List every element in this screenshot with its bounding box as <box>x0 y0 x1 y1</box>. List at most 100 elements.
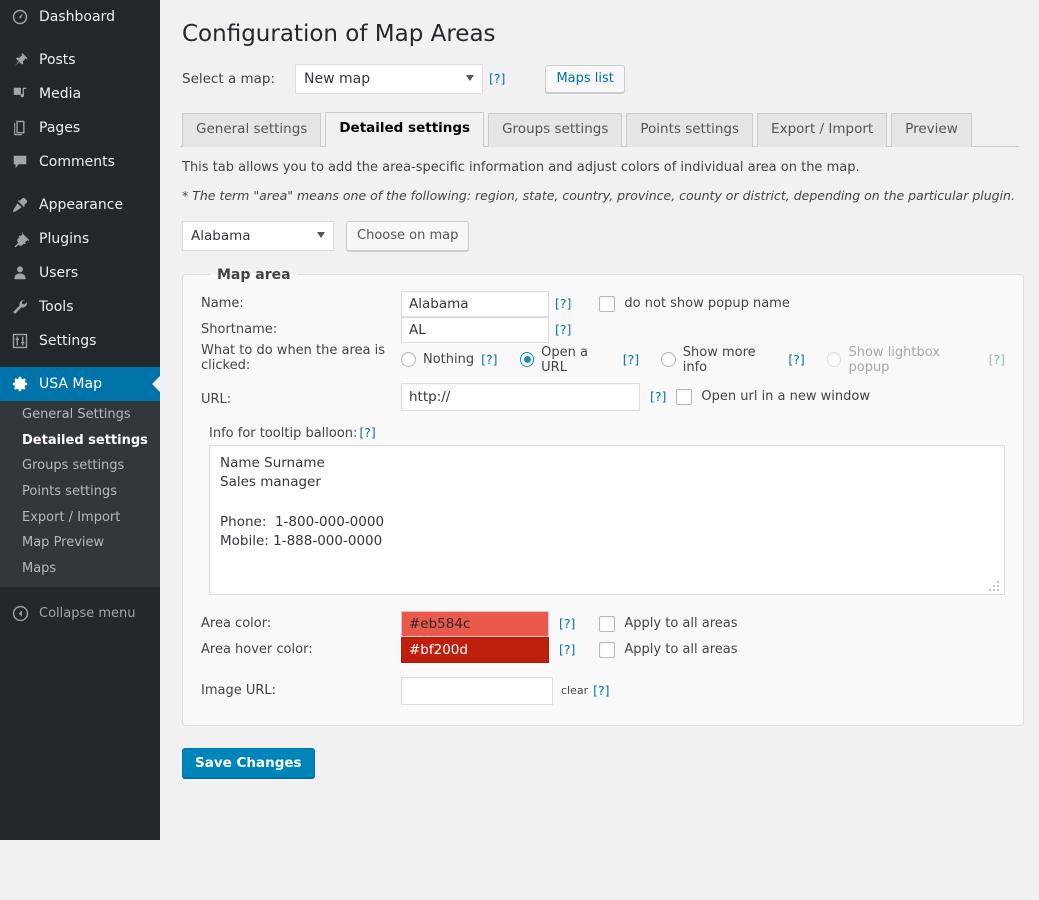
tooltip-balloon-help-icon[interactable]: [?] <box>359 425 375 440</box>
sidebar-item-media[interactable]: Media <box>0 77 160 111</box>
url-row: URL: [?] Open url in a new window <box>201 382 1005 411</box>
submenu-item-map-preview[interactable]: Map Preview <box>0 530 160 556</box>
radio-show-more-info-label: Show more info <box>682 344 756 375</box>
sidebar-item-label: Pages <box>39 120 81 136</box>
no-popup-name-checkbox[interactable] <box>599 295 616 312</box>
radio-option-show-lightbox-popup: Show lightbox popup [?] <box>826 344 1005 375</box>
map-area-form: Name: [?] do not show popup name Shortna… <box>201 290 1005 411</box>
no-popup-name-checkbox-row[interactable]: do not show popup name <box>599 295 790 312</box>
submenu-item-general-settings[interactable]: General Settings <box>0 402 160 428</box>
radio-nothing-help-icon[interactable]: [?] <box>481 352 497 367</box>
shortname-input[interactable] <box>401 316 549 343</box>
area-color-apply-all-row[interactable]: Apply to all areas <box>599 615 738 632</box>
submenu-item-maps[interactable]: Maps <box>0 556 160 582</box>
wrench-icon <box>10 297 30 317</box>
tab-points-settings[interactable]: Points settings <box>626 112 754 147</box>
url-help-icon[interactable]: [?] <box>650 389 666 404</box>
image-url-label: Image URL: <box>201 683 277 699</box>
shortname-help-icon[interactable]: [?] <box>555 322 571 337</box>
tab-preview[interactable]: Preview <box>891 112 972 147</box>
area-select[interactable]: Alabama <box>182 220 334 251</box>
radio-open-url-help-icon[interactable]: [?] <box>623 352 639 367</box>
sidebar-submenu: General Settings Detailed settings Group… <box>0 401 160 588</box>
tab-description-note: * The term "area" means one of the follo… <box>182 187 1015 203</box>
sidebar-item-comments[interactable]: Comments <box>0 145 160 179</box>
tab-detailed-settings[interactable]: Detailed settings <box>325 111 485 147</box>
url-new-window-checkbox-row[interactable]: Open url in a new window <box>676 388 870 405</box>
image-url-help-icon[interactable]: [?] <box>593 683 609 698</box>
sidebar-item-label: Posts <box>39 52 76 68</box>
submenu-item-groups-settings[interactable]: Groups settings <box>0 453 160 479</box>
media-icon <box>10 84 30 104</box>
url-input[interactable] <box>401 382 640 411</box>
collapse-menu-button[interactable]: Collapse menu <box>0 596 160 630</box>
tab-export-import[interactable]: Export / Import <box>757 112 888 147</box>
sidebar-item-dashboard[interactable]: Dashboard <box>0 0 160 34</box>
tab-bar: General settings Detailed settings Group… <box>180 111 1019 147</box>
shortname-label: Shortname: <box>201 322 278 338</box>
submenu-item-points-settings[interactable]: Points settings <box>0 479 160 505</box>
hover-color-apply-all-checkbox[interactable] <box>599 641 616 658</box>
area-color-help-icon[interactable]: [?] <box>559 616 575 631</box>
url-new-window-label: Open url in a new window <box>701 389 870 405</box>
area-select-wrapper: Alabama <box>182 220 334 251</box>
click-action-label: What to do when the area is clicked: <box>201 343 401 383</box>
sidebar-item-pages[interactable]: Pages <box>0 111 160 145</box>
click-action-label-line2: clicked: <box>201 357 251 373</box>
map-select[interactable]: New map <box>295 63 484 94</box>
sidebar-item-tools[interactable]: Tools <box>0 290 160 324</box>
map-select-help-icon[interactable]: [?] <box>489 71 505 86</box>
radio-show-more-info[interactable] <box>661 352 676 368</box>
submenu-item-export-import[interactable]: Export / Import <box>0 505 160 531</box>
submenu-item-detailed-settings[interactable]: Detailed settings <box>0 428 160 454</box>
sidebar-item-label: Settings <box>39 333 97 349</box>
sidebar-item-label: USA Map <box>39 376 102 392</box>
tab-groups-settings[interactable]: Groups settings <box>488 112 623 147</box>
hover-color-apply-all-row[interactable]: Apply to all areas <box>599 641 738 658</box>
area-color-apply-all-checkbox[interactable] <box>599 615 616 632</box>
name-help-icon[interactable]: [?] <box>555 296 571 311</box>
url-label: URL: <box>201 391 232 407</box>
radio-show-lightbox-popup <box>826 352 842 368</box>
sidebar-item-plugins[interactable]: Plugins <box>0 222 160 256</box>
sidebar-item-appearance[interactable]: Appearance <box>0 188 160 222</box>
sidebar-item-label: Media <box>39 86 82 102</box>
collapse-arrow-icon <box>10 603 30 623</box>
radio-nothing[interactable] <box>401 352 416 368</box>
hover-color-row: Area hover color: [?] Apply to all areas <box>201 636 1005 663</box>
click-action-row: What to do when the area is clicked: Not… <box>201 343 1005 383</box>
hover-color-input[interactable] <box>401 636 549 663</box>
sidebar-item-users[interactable]: Users <box>0 256 160 290</box>
radio-show-lightbox-popup-label: Show lightbox popup <box>848 344 941 375</box>
tooltip-balloon-textarea[interactable]: Name Surname Sales manager Phone: 1-800-… <box>209 444 1005 595</box>
hover-color-help-icon[interactable]: [?] <box>559 642 575 657</box>
image-url-input[interactable] <box>401 676 553 705</box>
radio-show-more-info-help-icon[interactable]: [?] <box>788 352 804 367</box>
radio-show-lightbox-popup-help-icon[interactable]: [?] <box>989 352 1005 367</box>
sidebar-item-usa-map[interactable]: USA Map <box>0 367 160 401</box>
radio-option-show-more-info[interactable]: Show more info [?] <box>661 345 805 375</box>
name-input[interactable] <box>401 290 549 317</box>
name-row: Name: [?] do not show popup name <box>201 290 1005 317</box>
choose-on-map-button[interactable]: Choose on map <box>346 220 470 251</box>
sidebar-item-posts[interactable]: Posts <box>0 43 160 77</box>
area-picker-row: Alabama Choose on map <box>180 203 1019 251</box>
no-popup-name-label: do not show popup name <box>624 296 790 312</box>
radio-option-nothing[interactable]: Nothing [?] <box>401 352 498 368</box>
map-area-fieldset: Map area Name: [?] do not show popup nam… <box>182 266 1024 726</box>
tooltip-balloon-label: Info for tooltip balloon: <box>209 425 358 441</box>
main-content: Configuration of Map Areas Select a map:… <box>160 0 1039 900</box>
tab-general-settings[interactable]: General settings <box>182 112 322 147</box>
select-map-label: Select a map: <box>182 70 276 87</box>
radio-open-url[interactable] <box>519 352 535 368</box>
radio-nothing-label: Nothing <box>423 352 475 368</box>
sidebar-item-settings[interactable]: Settings <box>0 324 160 358</box>
maps-list-button[interactable]: Maps list <box>545 64 625 93</box>
url-new-window-checkbox[interactable] <box>676 388 693 405</box>
area-color-input[interactable] <box>401 610 549 637</box>
area-color-apply-all-label: Apply to all areas <box>624 616 738 632</box>
image-url-clear-link[interactable]: clear <box>561 684 588 697</box>
dashboard-icon <box>10 7 30 27</box>
save-changes-button[interactable]: Save Changes <box>182 747 315 778</box>
radio-option-open-url[interactable]: Open a URL [?] <box>519 345 639 375</box>
